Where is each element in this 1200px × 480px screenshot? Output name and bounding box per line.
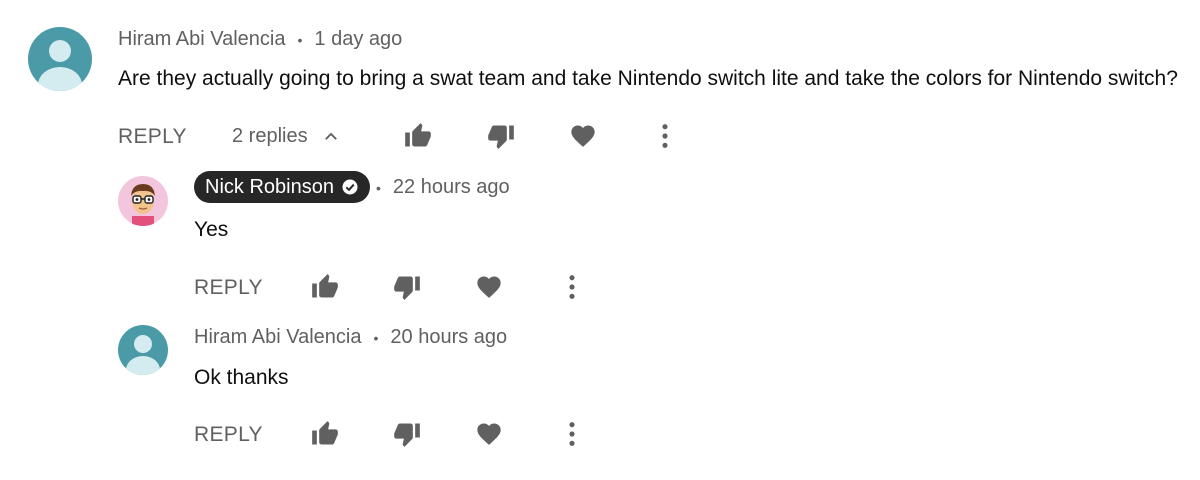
avatar[interactable]: [118, 176, 168, 226]
avatar[interactable]: [28, 27, 92, 91]
more-button[interactable]: [557, 419, 587, 449]
timestamp[interactable]: 20 hours ago: [390, 326, 507, 349]
heart-button[interactable]: [474, 419, 504, 449]
more-button[interactable]: [557, 272, 587, 302]
thumbs-up-icon: [405, 123, 431, 147]
author-name[interactable]: Hiram Abi Valencia: [118, 28, 285, 51]
more-vertical-icon: [569, 422, 575, 446]
dislike-button[interactable]: [392, 272, 422, 302]
like-button[interactable]: [310, 272, 340, 302]
avatar-head: [49, 40, 71, 62]
reply-button[interactable]: REPLY: [194, 276, 263, 300]
thumbs-up-icon: [312, 421, 338, 445]
dislike-button[interactable]: [486, 121, 516, 151]
comment-header: Hiram Abi Valencia • 20 hours ago: [194, 326, 507, 349]
verified-check-icon: [342, 179, 358, 195]
comment-text: Ok thanks: [194, 366, 289, 389]
heart-icon: [477, 423, 501, 445]
author-name: Nick Robinson: [205, 175, 334, 198]
replies-toggle[interactable]: 2 replies: [232, 125, 340, 148]
separator-dot: •: [297, 31, 303, 48]
heart-button[interactable]: [474, 272, 504, 302]
avatar-head: [134, 335, 152, 353]
reply-button[interactable]: REPLY: [194, 423, 263, 447]
thumbs-up-icon: [312, 274, 338, 298]
avatar-body: [38, 67, 82, 91]
timestamp[interactable]: 22 hours ago: [393, 176, 510, 199]
author-name[interactable]: Hiram Abi Valencia: [194, 326, 361, 349]
thumbs-down-icon: [394, 276, 420, 300]
reply-button[interactable]: REPLY: [118, 125, 187, 149]
channel-owner-badge[interactable]: Nick Robinson: [194, 171, 370, 203]
heart-button[interactable]: [568, 121, 598, 151]
comment-header: • 22 hours ago: [370, 176, 510, 199]
more-button[interactable]: [650, 121, 680, 151]
replies-count: 2 replies: [232, 125, 308, 147]
like-button[interactable]: [403, 121, 433, 151]
timestamp[interactable]: 1 day ago: [314, 28, 402, 51]
cartoon-avatar-icon: [131, 184, 155, 226]
heart-icon: [571, 125, 595, 147]
heart-icon: [477, 276, 501, 298]
avatar[interactable]: [118, 325, 168, 375]
comment-header: Hiram Abi Valencia • 1 day ago: [118, 28, 402, 51]
separator-dot: •: [373, 329, 379, 346]
thumbs-down-icon: [488, 125, 514, 149]
like-button[interactable]: [310, 419, 340, 449]
avatar-body: [126, 356, 160, 375]
dislike-button[interactable]: [392, 419, 422, 449]
separator-dot: •: [376, 179, 381, 196]
chevron-up-icon: [324, 132, 337, 140]
comment-text: Are they actually going to bring a swat …: [118, 67, 1178, 90]
comment-text: Yes: [194, 218, 229, 241]
more-vertical-icon: [662, 124, 668, 148]
more-vertical-icon: [569, 275, 575, 299]
thumbs-down-icon: [394, 423, 420, 447]
